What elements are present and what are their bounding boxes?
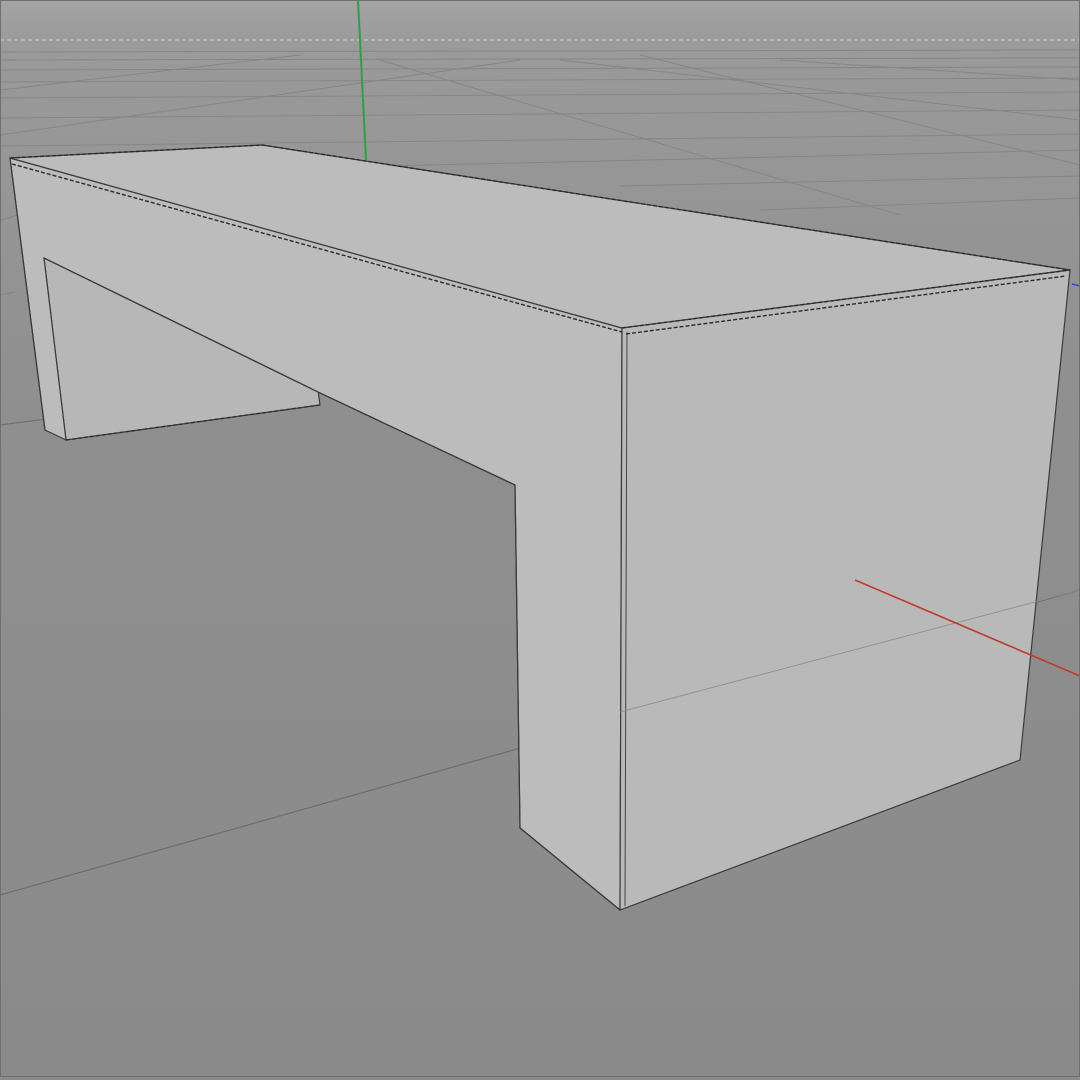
3d-viewport[interactable] — [0, 0, 1080, 1080]
viewport-canvas[interactable] — [0, 0, 1080, 1080]
sky-background — [0, 0, 1080, 45]
